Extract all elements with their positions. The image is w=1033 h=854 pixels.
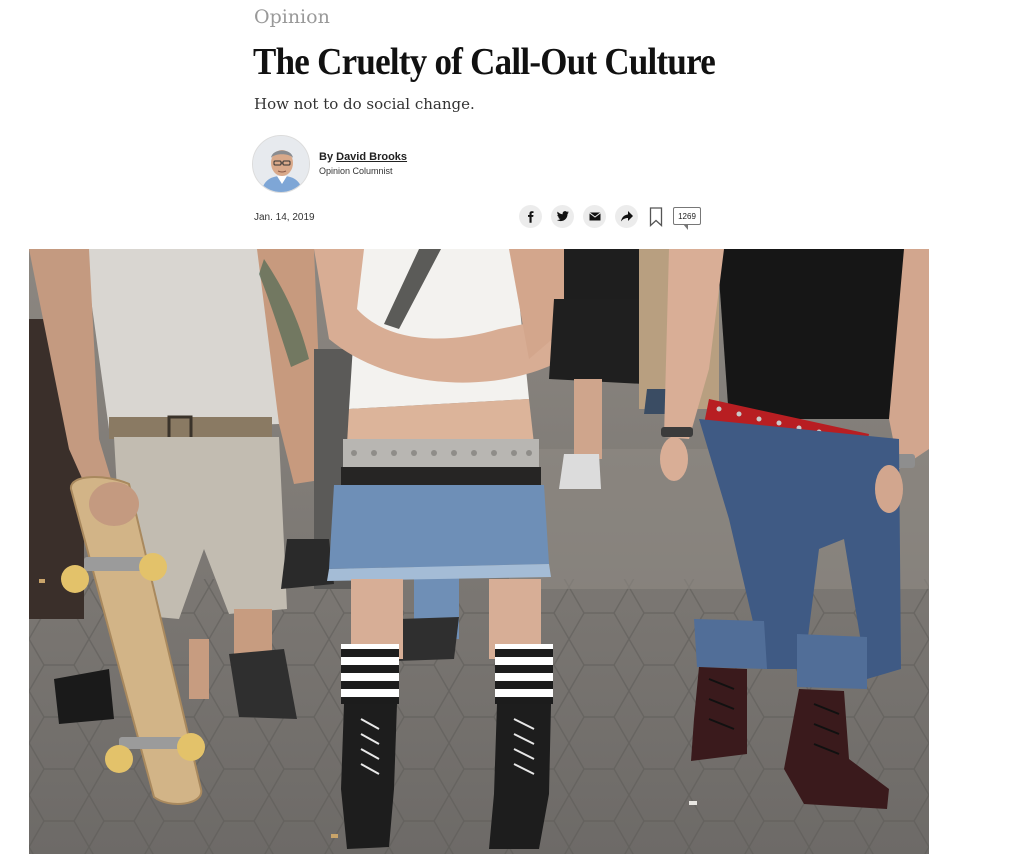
twitter-share-button[interactable]: [551, 205, 574, 228]
hero-photo-illustration: [29, 249, 929, 854]
comments-button[interactable]: 1269: [673, 207, 701, 230]
email-icon: [588, 212, 601, 221]
comment-count: 1269: [678, 211, 696, 221]
author-role: Opinion Columnist: [319, 166, 393, 176]
byline-text: By David Brooks Opinion Columnist: [319, 151, 407, 176]
facebook-share-button[interactable]: [519, 205, 542, 228]
author-link[interactable]: David Brooks: [336, 151, 407, 163]
email-share-button[interactable]: [583, 205, 606, 228]
share-icon: [620, 211, 633, 222]
hero-image: [29, 249, 929, 854]
save-button[interactable]: [649, 207, 663, 227]
twitter-icon: [556, 211, 569, 222]
facebook-icon: [527, 210, 533, 223]
publish-date: Jan. 14, 2019: [254, 212, 315, 223]
byline-author-line: By David Brooks: [319, 151, 407, 163]
bookmark-icon: [649, 207, 663, 227]
more-share-button[interactable]: [615, 205, 638, 228]
section-label[interactable]: Opinion: [254, 6, 330, 28]
article-summary: How not to do social change.: [254, 95, 475, 113]
byline-prefix: By: [319, 151, 337, 163]
author-avatar[interactable]: [252, 135, 310, 193]
headline: The Cruelty of Call-Out Culture: [253, 41, 716, 83]
